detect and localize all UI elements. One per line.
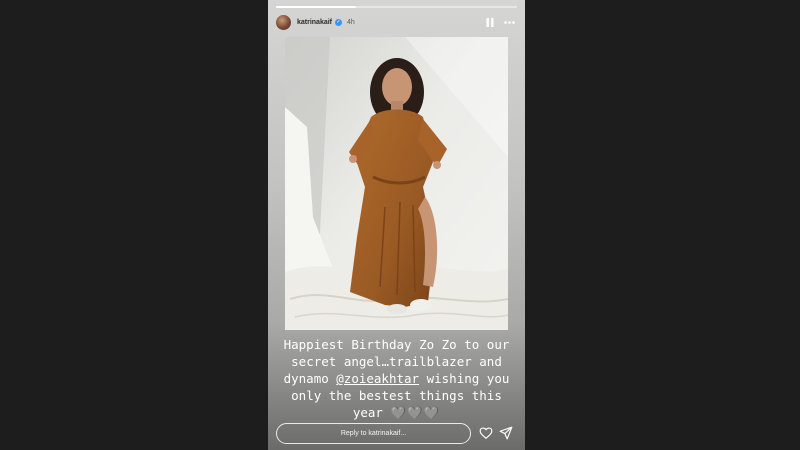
more-options-icon[interactable] [503, 16, 515, 28]
paper-plane-icon[interactable] [499, 426, 513, 440]
avatar[interactable] [276, 14, 291, 30]
story-progress-fill [276, 6, 356, 8]
story-caption: Happiest Birthday Zo Zo to our secret an… [276, 336, 517, 421]
story-header: katrinakaif ✓ 4h [276, 13, 515, 31]
caption-heart-emoji: 🩶🩶🩶 [390, 405, 441, 420]
verified-badge-icon: ✓ [335, 18, 343, 26]
username[interactable]: katrinakaif [297, 19, 332, 26]
caption-mention-link[interactable]: @zoieakhtar [336, 371, 419, 386]
story-viewer[interactable]: katrinakaif ✓ 4h Happiest Birthday Zo Zo… [268, 0, 525, 450]
pause-icon[interactable] [484, 16, 496, 28]
reply-input[interactable]: Reply to katrinakaif... [276, 423, 471, 444]
reply-placeholder: Reply to katrinakaif... [340, 430, 407, 437]
story-progress-bar [276, 6, 517, 8]
heart-outline-icon[interactable] [479, 426, 493, 440]
story-timestamp: 4h [347, 18, 355, 26]
story-photo [285, 37, 508, 330]
